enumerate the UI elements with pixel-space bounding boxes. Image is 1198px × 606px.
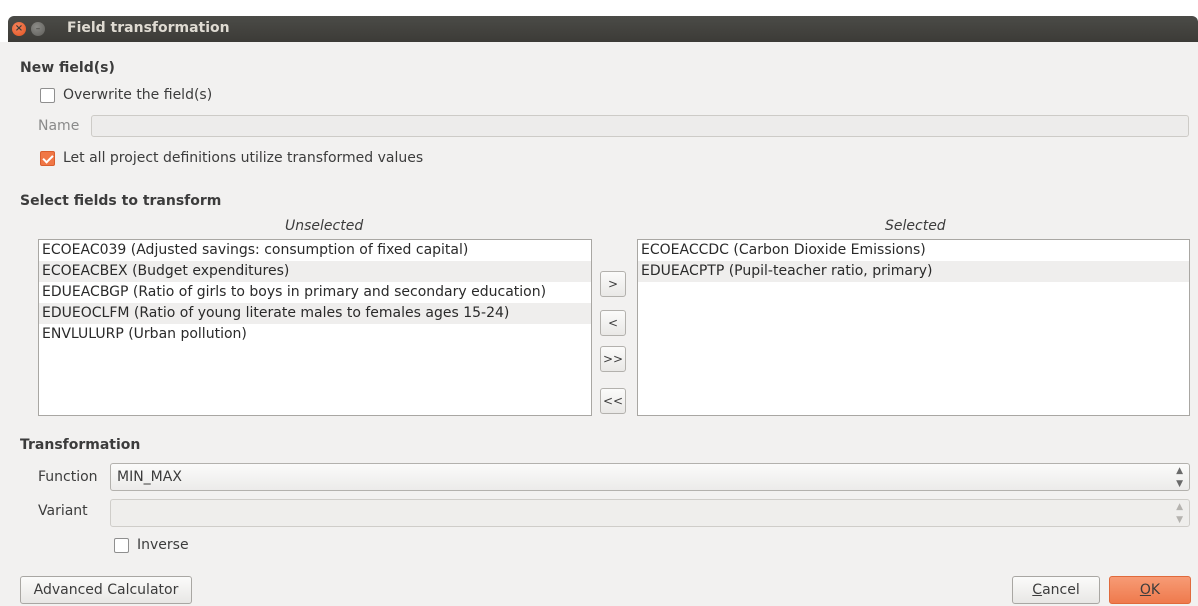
new-fields-heading: New field(s) [20,60,115,76]
inverse-label: Inverse [137,537,189,553]
ok-button[interactable]: OK [1109,576,1191,604]
remove-all-button[interactable]: << [600,388,626,414]
variant-select[interactable]: ▲ ▼ [110,499,1190,527]
variant-label: Variant [38,503,88,519]
inverse-checkbox[interactable] [114,537,129,553]
list-item[interactable]: EDUEOCLFM (Ratio of young literate males… [39,303,591,324]
window-title: Field transformation [67,20,230,36]
overwrite-checkbox[interactable] [40,87,55,103]
overwrite-row[interactable]: Overwrite the field(s) [40,87,212,103]
list-item[interactable]: ECOEACBEX (Budget expenditures) [39,261,591,282]
function-value: MIN_MAX [117,469,182,485]
remove-selected-button[interactable]: < [600,310,626,336]
close-icon[interactable]: × [12,22,26,36]
overwrite-label: Overwrite the field(s) [63,87,213,103]
let-all-label: Let all project definitions utilize tran… [63,150,424,166]
dialog-window: × – Field transformation New field(s) Ov… [0,0,1198,606]
updown-icon: ▲ ▼ [1176,502,1183,525]
list-item[interactable]: ECOEAC039 (Adjusted savings: consumption… [39,240,591,261]
list-item[interactable]: ENVLULURP (Urban pollution) [39,324,591,345]
list-item[interactable]: EDUEACPTP (Pupil-teacher ratio, primary) [638,261,1189,282]
updown-icon: ▲ ▼ [1176,466,1183,489]
minimize-icon[interactable]: – [31,22,45,36]
list-item[interactable]: EDUEACBGP (Ratio of girls to boys in pri… [39,282,591,303]
selected-list[interactable]: ECOEACCDC (Carbon Dioxide Emissions) EDU… [637,239,1190,416]
add-all-button[interactable]: >> [600,346,626,372]
function-select[interactable]: MIN_MAX ▲ ▼ [110,463,1190,491]
cancel-button[interactable]: Cancel [1012,576,1100,604]
transformation-heading: Transformation [20,437,141,453]
let-all-row[interactable]: Let all project definitions utilize tran… [40,150,423,166]
name-label: Name [38,118,80,134]
inverse-row[interactable]: Inverse [114,537,189,553]
selected-header: Selected [885,218,946,234]
advanced-calculator-button[interactable]: Advanced Calculator [20,576,192,604]
function-label: Function [38,469,98,485]
select-fields-heading: Select fields to transform [20,193,222,209]
name-input[interactable] [91,115,1189,137]
unselected-list[interactable]: ECOEAC039 (Adjusted savings: consumption… [38,239,592,416]
list-item[interactable]: ECOEACCDC (Carbon Dioxide Emissions) [638,240,1189,261]
unselected-header: Unselected [285,218,364,234]
title-bar-inner: × – Field transformation [8,16,1198,42]
add-selected-button[interactable]: > [600,271,626,297]
title-bar: × – Field transformation [0,0,1198,42]
let-all-checkbox[interactable] [40,150,55,166]
dialog-content: New field(s) Overwrite the field(s) Name… [8,42,1198,606]
